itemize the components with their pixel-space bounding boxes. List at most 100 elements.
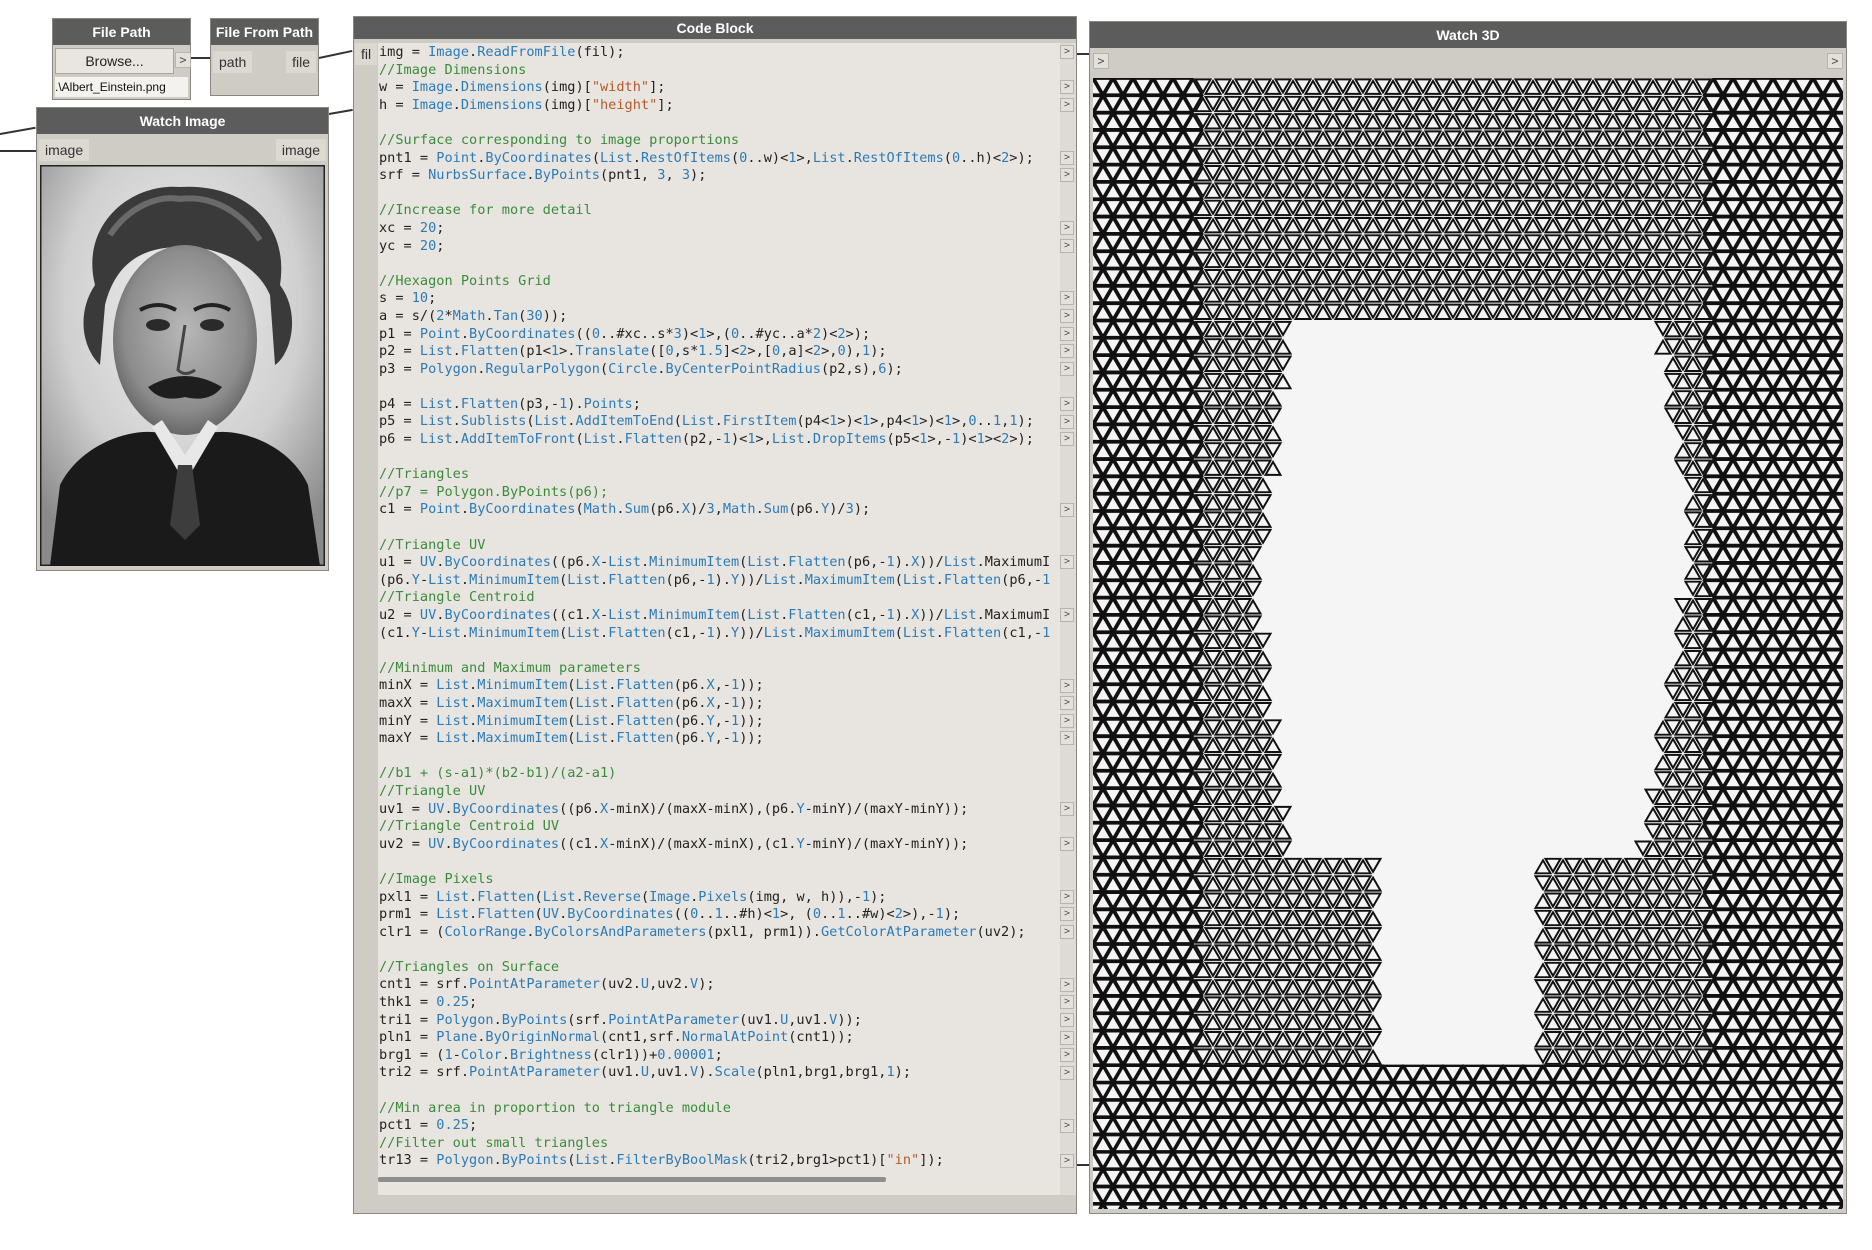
code-line[interactable]: brg1 = (1-Color.Brightness(clr1))+0.0000… <box>379 1047 1056 1065</box>
code-line[interactable]: p2 = List.Flatten(p1<1>.Translate([0,s*1… <box>379 343 1056 361</box>
code-line[interactable]: //Triangle Centroid UV <box>379 818 1056 836</box>
line-output-caret-icon[interactable]: > <box>1060 432 1074 447</box>
line-output-caret-icon[interactable]: > <box>1060 713 1074 728</box>
code-line[interactable]: //Surface corresponding to image proport… <box>379 132 1056 150</box>
code-line[interactable]: u2 = UV.ByCoordinates((c1.X-List.Minimum… <box>379 607 1056 625</box>
code-line[interactable]: //Triangles <box>379 466 1056 484</box>
code-line[interactable]: tri2 = srf.PointAtParameter(uv1.U,uv1.V)… <box>379 1064 1056 1082</box>
browse-button[interactable]: Browse... <box>55 48 174 74</box>
watch-image-node[interactable]: Watch Image image image <box>36 107 329 571</box>
code-line[interactable]: //Image Pixels <box>379 871 1056 889</box>
code-line[interactable]: //Minimum and Maximum parameters <box>379 660 1056 678</box>
line-output-caret-icon[interactable]: > <box>1060 344 1074 359</box>
code-line[interactable]: p6 = List.AddItemToFront(List.Flatten(p2… <box>379 431 1056 449</box>
line-output-caret-icon[interactable]: > <box>1060 309 1074 323</box>
line-output-caret-icon[interactable]: > <box>1060 696 1074 711</box>
code-line[interactable]: w = Image.Dimensions(img)["width"]; <box>379 79 1056 97</box>
code-line[interactable]: //p7 = Polygon.ByPoints(p6); <box>379 484 1056 502</box>
code-line[interactable]: minY = List.MinimumItem(List.Flatten(p6.… <box>379 713 1056 731</box>
code-line[interactable]: //Triangle UV <box>379 783 1056 801</box>
code-line[interactable]: //Hexagon Points Grid <box>379 273 1056 291</box>
code-line[interactable]: srf = NurbsSurface.ByPoints(pnt1, 3, 3); <box>379 167 1056 185</box>
code-line[interactable]: pnt1 = Point.ByCoordinates(List.RestOfIt… <box>379 150 1056 168</box>
line-output-caret-icon[interactable]: > <box>1060 1013 1074 1027</box>
code-line[interactable]: p4 = List.Flatten(p3,-1).Points; <box>379 396 1056 414</box>
code-line[interactable] <box>379 1082 1056 1100</box>
line-output-caret-icon[interactable]: > <box>1060 801 1074 816</box>
code-line[interactable]: uv1 = UV.ByCoordinates((p6.X-minX)/(maxX… <box>379 801 1056 819</box>
code-line[interactable]: tri1 = Polygon.ByPoints(srf.PointAtParam… <box>379 1012 1056 1030</box>
line-output-caret-icon[interactable]: > <box>1060 168 1074 183</box>
code-line[interactable]: maxY = List.MaximumItem(List.Flatten(p6.… <box>379 730 1056 748</box>
line-output-caret-icon[interactable]: > <box>1060 731 1074 746</box>
code-line[interactable] <box>379 449 1056 467</box>
line-output-caret-icon[interactable]: > <box>1060 80 1074 95</box>
line-output-caret-icon[interactable]: > <box>1060 326 1074 341</box>
code-line[interactable]: u1 = UV.ByCoordinates((p6.X-List.Minimum… <box>379 554 1056 572</box>
code-line[interactable]: uv2 = UV.ByCoordinates((c1.X-minX)/(maxX… <box>379 836 1056 854</box>
file-path-node[interactable]: File Path Browse... > .\Albert_Einstein.… <box>52 18 191 100</box>
code-line[interactable]: pln1 = Plane.ByOriginNormal(cnt1,srf.Nor… <box>379 1029 1056 1047</box>
file-from-path-node[interactable]: File From Path path file <box>210 18 319 96</box>
code-line[interactable]: (p6.Y-List.MinimumItem(List.Flatten(p6,-… <box>379 572 1056 590</box>
line-output-caret-icon[interactable]: > <box>1060 291 1074 306</box>
code-line[interactable]: //Min area in proportion to triangle mod… <box>379 1100 1056 1118</box>
line-output-caret-icon[interactable]: > <box>1060 97 1074 112</box>
line-output-caret-icon[interactable]: > <box>1060 221 1074 235</box>
code-line[interactable] <box>379 853 1056 871</box>
code-line[interactable]: xc = 20; <box>379 220 1056 238</box>
line-output-caret-icon[interactable]: > <box>1060 555 1074 570</box>
code-line[interactable]: yc = 20; <box>379 238 1056 256</box>
code-line[interactable]: img = Image.ReadFromFile(fil); <box>379 44 1056 62</box>
code-line[interactable] <box>379 748 1056 766</box>
code-line[interactable]: //Filter out small triangles <box>379 1135 1056 1153</box>
code-line[interactable]: prm1 = List.Flatten(UV.ByCoordinates((0.… <box>379 906 1056 924</box>
code-line[interactable]: //Triangle Centroid <box>379 589 1056 607</box>
code-line[interactable]: c1 = Point.ByCoordinates(Math.Sum(p6.X)/… <box>379 501 1056 519</box>
line-output-caret-icon[interactable]: > <box>1060 889 1074 904</box>
code-line[interactable] <box>379 378 1056 396</box>
file-output-port[interactable]: file <box>286 51 316 73</box>
watch-3d-input-caret-icon[interactable]: > <box>1093 53 1109 69</box>
line-output-caret-icon[interactable]: > <box>1060 925 1074 939</box>
code-line[interactable]: //Triangle UV <box>379 537 1056 555</box>
code-line[interactable] <box>379 519 1056 537</box>
code-line[interactable]: //b1 + (s-a1)*(b2-b1)/(a2-a1) <box>379 765 1056 783</box>
code-line[interactable] <box>379 642 1056 660</box>
code-line[interactable]: p5 = List.Sublists(List.AddItemToEnd(Lis… <box>379 413 1056 431</box>
image-input-port[interactable]: image <box>39 139 90 161</box>
code-line[interactable] <box>379 941 1056 959</box>
code-line[interactable]: h = Image.Dimensions(img)["height"]; <box>379 97 1056 115</box>
code-line[interactable]: a = s/(2*Math.Tan(30)); <box>379 308 1056 326</box>
path-input-port[interactable]: path <box>213 51 253 73</box>
code-horizontal-scrollbar[interactable] <box>378 1177 886 1182</box>
line-output-caret-icon[interactable]: > <box>1060 1118 1074 1133</box>
line-output-caret-icon[interactable]: > <box>1060 837 1074 851</box>
triangle-lattice-preview[interactable] <box>1093 78 1843 1209</box>
code-line[interactable]: tr13 = Polygon.ByPoints(List.FilterByBoo… <box>379 1152 1056 1170</box>
code-line[interactable] <box>379 114 1056 132</box>
code-line[interactable]: pct1 = 0.25; <box>379 1117 1056 1135</box>
line-output-caret-icon[interactable]: > <box>1060 414 1074 429</box>
watch-3d-output-caret-icon[interactable]: > <box>1827 53 1843 69</box>
line-output-caret-icon[interactable]: > <box>1060 1065 1074 1080</box>
line-output-caret-icon[interactable]: > <box>1060 1030 1074 1045</box>
line-output-caret-icon[interactable]: > <box>1060 995 1074 1010</box>
line-output-caret-icon[interactable]: > <box>1060 1153 1074 1168</box>
line-output-caret-icon[interactable]: > <box>1060 608 1074 623</box>
line-output-caret-icon[interactable]: > <box>1060 361 1074 376</box>
line-output-caret-icon[interactable]: > <box>1060 502 1074 517</box>
code-line[interactable]: pxl1 = List.Flatten(List.Reverse(Image.P… <box>379 889 1056 907</box>
line-output-caret-icon[interactable]: > <box>1060 238 1074 253</box>
line-output-caret-icon[interactable]: > <box>1060 45 1074 59</box>
code-line[interactable]: minX = List.MinimumItem(List.Flatten(p6.… <box>379 677 1056 695</box>
line-output-caret-icon[interactable]: > <box>1060 977 1074 992</box>
image-output-port[interactable]: image <box>275 139 326 161</box>
file-path-output-caret-icon[interactable]: > <box>175 52 191 68</box>
line-output-caret-icon[interactable]: > <box>1060 397 1074 411</box>
code-line[interactable]: p1 = Point.ByCoordinates((0..#xc..s*3)<1… <box>379 326 1056 344</box>
code-line[interactable]: //Triangles on Surface <box>379 959 1056 977</box>
fil-input-port[interactable]: fil <box>355 43 378 65</box>
code-line[interactable] <box>379 185 1056 203</box>
line-output-caret-icon[interactable]: > <box>1060 907 1074 922</box>
